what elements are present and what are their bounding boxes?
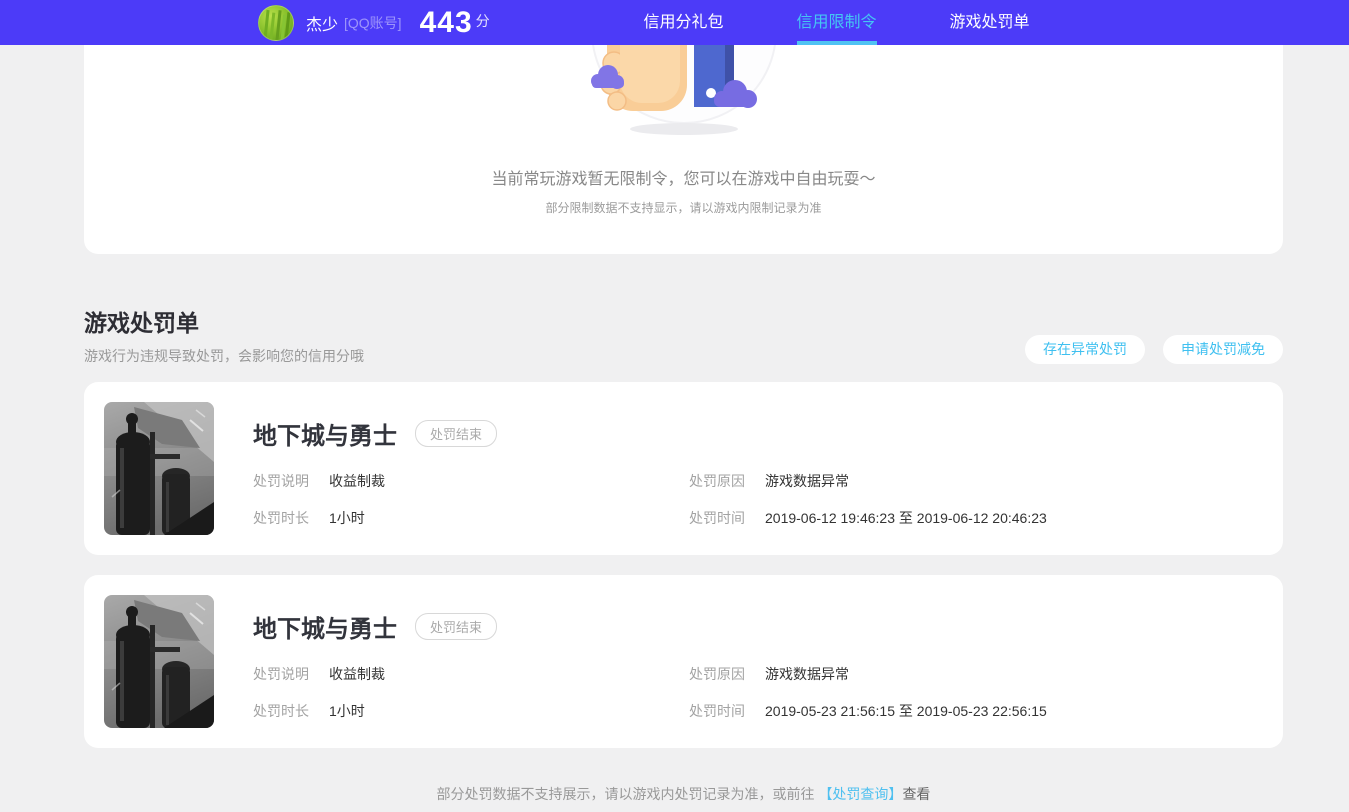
penalty-time-row: 处罚时间 2019-06-12 19:46:23 至 2019-06-12 20:…	[689, 508, 1263, 528]
game-title: 地下城与勇士	[253, 423, 397, 450]
footer-suffix: 查看	[902, 786, 931, 802]
header-nav: 信用分礼包 信用限制令 游戏处罚单	[607, 0, 1066, 45]
nav-item-credit-gift[interactable]: 信用分礼包	[607, 0, 760, 45]
section-subtitle: 游戏行为违规导致处罚，会影响您的信用分哦	[84, 348, 364, 364]
penalty-duration-value: 1小时	[329, 703, 365, 719]
page-footer: 部分处罚数据不支持展示，请以游戏内处罚记录为准，或前往 【处罚查询】查看	[84, 784, 1283, 804]
credit-score-unit: 分	[475, 13, 490, 29]
penalty-reason-value: 游戏数据异常	[765, 473, 849, 489]
restriction-data-note: 部分限制数据不支持显示，请以游戏内限制记录为准	[545, 201, 822, 215]
penalty-duration-row: 处罚时长 1小时	[253, 508, 689, 528]
penalty-desc-label: 处罚说明	[253, 473, 309, 489]
nav-item-credit-restriction[interactable]: 信用限制令	[760, 0, 913, 45]
section-title: 游戏处罚单	[84, 310, 199, 336]
penalty-desc-value: 收益制裁	[329, 666, 385, 682]
penalty-desc-row: 处罚说明 收益制裁	[253, 664, 689, 684]
penalty-time-label: 处罚时间	[689, 703, 745, 719]
penalty-duration-label: 处罚时长	[253, 510, 309, 526]
no-restriction-message: 当前常玩游戏暂无限制令，您可以在游戏中自由玩耍～	[491, 171, 876, 188]
user-name: 杰少	[306, 16, 339, 34]
game-thumbnail	[104, 595, 214, 728]
game-title: 地下城与勇士	[253, 616, 397, 643]
penalty-duration-value: 1小时	[329, 510, 365, 526]
penalty-reason-label: 处罚原因	[689, 666, 745, 682]
penalty-desc-label: 处罚说明	[253, 666, 309, 682]
penalty-card: 地下城与勇士 处罚结束 处罚说明 收益制裁 处罚原因 游戏数据异常 处罚时长 1小时 …	[84, 575, 1283, 748]
nav-item-game-penalty[interactable]: 游戏处罚单	[913, 0, 1066, 45]
top-header-bar: 杰少 [QQ账号] 443 分 信用分礼包 信用限制令 游戏处罚单	[0, 0, 1349, 45]
penalty-card: 地下城与勇士 处罚结束 处罚说明 收益制裁 处罚原因 游戏数据异常 处罚时长 1小时 …	[84, 382, 1283, 555]
account-type-tag: [QQ账号]	[344, 14, 402, 31]
penalty-status-badge: 处罚结束	[415, 420, 498, 447]
penalty-query-link[interactable]: 【处罚查询】	[818, 786, 902, 802]
penalty-duration-label: 处罚时长	[253, 703, 309, 719]
no-restriction-illustration	[590, 45, 776, 135]
footer-note: 部分处罚数据不支持展示，请以游戏内处罚记录为准，或前往	[436, 786, 819, 802]
penalty-status-badge: 处罚结束	[415, 613, 498, 640]
penalty-desc-value: 收益制裁	[329, 473, 385, 489]
penalty-section-header: 游戏处罚单 游戏行为违规导致处罚，会影响您的信用分哦 存在异常处罚 申请处罚减免	[84, 304, 1283, 366]
penalty-desc-row: 处罚说明 收益制裁	[253, 471, 689, 491]
user-avatar	[258, 4, 294, 41]
penalty-duration-row: 处罚时长 1小时	[253, 701, 689, 721]
penalty-time-value: 2019-06-12 19:46:23 至 2019-06-12 20:46:2…	[765, 510, 1047, 526]
user-block: 杰少 [QQ账号] 443 分	[258, 0, 490, 45]
restriction-card: 当前常玩游戏暂无限制令，您可以在游戏中自由玩耍～ 部分限制数据不支持显示，请以游…	[84, 45, 1283, 254]
section-actions: 存在异常处罚 申请处罚减免	[1025, 335, 1283, 364]
penalty-time-label: 处罚时间	[689, 510, 745, 526]
penalty-reason-value: 游戏数据异常	[765, 666, 849, 682]
penalty-time-row: 处罚时间 2019-05-23 21:56:15 至 2019-05-23 22:…	[689, 701, 1263, 721]
abnormal-penalty-button[interactable]: 存在异常处罚	[1025, 335, 1145, 364]
credit-score: 443	[419, 5, 473, 39]
penalty-reason-row: 处罚原因 游戏数据异常	[689, 471, 1263, 491]
penalty-reason-label: 处罚原因	[689, 473, 745, 489]
penalty-reason-row: 处罚原因 游戏数据异常	[689, 664, 1263, 684]
penalty-time-value: 2019-05-23 21:56:15 至 2019-05-23 22:56:1…	[765, 703, 1047, 719]
game-thumbnail	[104, 402, 214, 535]
penalty-relief-button[interactable]: 申请处罚减免	[1163, 335, 1283, 364]
